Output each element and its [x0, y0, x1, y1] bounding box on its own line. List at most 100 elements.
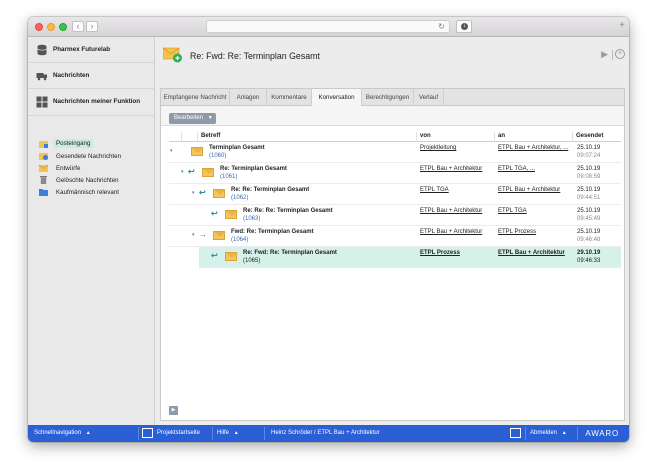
table-row[interactable]: ▾ → Fwd: Re: Terminplan Gesamt (1064) ET… [169, 226, 621, 247]
table-row[interactable]: ▾ ↩ Re: Re: Terminplan Gesamt (1062) ETP… [169, 184, 621, 205]
close-icon[interactable]: × [615, 49, 625, 59]
tab-konversation[interactable]: Konversation [312, 89, 362, 107]
sidebar-section-project[interactable]: Pharmex Futurelab [28, 37, 155, 63]
sidebar-section-label: Nachrichten [53, 72, 90, 79]
row-time: 09:44:51 [577, 195, 601, 201]
minimize-window-button[interactable] [47, 23, 55, 31]
row-number: (1064) [231, 237, 249, 243]
tab-empfangene-nachricht[interactable]: Empfangene Nachricht [161, 89, 230, 106]
reply-arrow-icon: ↩ [188, 167, 195, 176]
row-number: (1063) [243, 216, 261, 222]
row-to[interactable]: ETPL Bau + Architektur [498, 250, 565, 256]
new-tab-button[interactable]: + [619, 21, 625, 31]
expand-caret-icon[interactable]: ▾ [170, 148, 173, 154]
sidebar-item-entwuerfe[interactable]: Entwürfe [36, 162, 151, 174]
row-time: 09:46:33 [577, 258, 601, 264]
reload-icon[interactable]: ↻ [438, 21, 445, 32]
play-icon[interactable]: ▶ [601, 49, 608, 60]
quick-navigation-label: Schnellnavigation [34, 430, 82, 436]
envelope-icon [225, 252, 238, 261]
sent-icon [39, 153, 48, 160]
home-icon[interactable] [142, 428, 153, 438]
row-time: 09:45:49 [577, 216, 601, 222]
tab-anlagen[interactable]: Anlagen [230, 89, 267, 106]
chevron-up-icon: ▲ [561, 430, 567, 436]
column-header-an[interactable]: an [498, 133, 505, 139]
status-divider [212, 427, 213, 440]
sidebar-item-kaufmaennisch-relevant[interactable]: Kaufmännisch relevant [36, 186, 151, 198]
sidebar-item-label: Entwürfe [56, 165, 81, 172]
zoom-window-button[interactable] [59, 23, 67, 31]
column-header-von[interactable]: von [420, 133, 431, 139]
sidebar-item-label: Gesendete Nachrichten [56, 153, 122, 160]
address-bar[interactable]: ↻ [206, 20, 450, 33]
row-from[interactable]: ETPL TGA [420, 187, 449, 193]
table-row[interactable]: ▾ Terminplan Gesamt (1060) Projektleitun… [169, 142, 621, 163]
expand-caret-icon[interactable]: ▾ [192, 232, 195, 238]
sidebar-section-messages[interactable]: Nachrichten [28, 63, 155, 89]
row-to[interactable]: ETPL TGA, ... [498, 166, 535, 172]
column-divider [494, 132, 495, 142]
tab-berechtigungen[interactable]: Berechtigungen [362, 89, 414, 106]
tab-bar: Empfangene Nachricht Anlagen Kommentare … [161, 89, 624, 107]
draft-envelope-icon [39, 164, 48, 172]
quick-navigation-button[interactable]: Schnellnavigation ▲ [34, 430, 91, 436]
edit-dropdown-button[interactable]: Bearbeiten ▼ [169, 113, 216, 124]
forward-button[interactable]: › [86, 21, 98, 32]
column-divider [416, 132, 417, 142]
row-date: 25.10.19 [577, 187, 601, 193]
message-panel: Empfangene Nachricht Anlagen Kommentare … [160, 88, 625, 421]
table-row[interactable]: ▾ ↩ Re: Terminplan Gesamt (1061) ETPL Ba… [169, 163, 621, 184]
sidebar-item-label: Kaufmännisch relevant [56, 189, 119, 196]
conversation-table: Betreff von an Gesendet ▾ Terminplan Ges… [169, 132, 621, 268]
row-from[interactable]: ETPL Bau + Architektur [420, 208, 482, 214]
back-button[interactable]: ‹ [72, 21, 84, 32]
panel-footer-play-button[interactable]: ▶ [169, 406, 178, 415]
tab-verlauf[interactable]: Verlauf [414, 89, 444, 106]
close-window-button[interactable] [35, 23, 43, 31]
row-date: 25.10.19 [577, 145, 601, 151]
project-home-link[interactable]: Projektstartseite [157, 430, 200, 436]
expand-caret-icon[interactable]: ▾ [181, 169, 184, 175]
header-divider [612, 50, 613, 60]
downloads-button[interactable]: ↓ [456, 20, 472, 33]
table-row-selected[interactable]: ↩ Re: Fwd: Re: Terminplan Gesamt (1065) … [199, 247, 621, 268]
logout-button[interactable]: Abmelden ▲ [530, 430, 567, 436]
current-user: Heinz Schröder / ETPL Bau + Architektur [271, 430, 380, 436]
sidebar-item-posteingang[interactable]: Posteingang [36, 138, 151, 150]
row-from[interactable]: ETPL Bau + Architektur [420, 166, 482, 172]
row-to[interactable]: ETPL TGA [498, 208, 527, 214]
download-icon: ↓ [461, 23, 468, 30]
tab-kommentare[interactable]: Kommentare [267, 89, 312, 106]
status-divider [525, 427, 526, 440]
reply-envelope-icon [163, 47, 182, 63]
panel-toolbar: Bearbeiten ▼ [161, 106, 624, 126]
row-from[interactable]: ETPL Prozess [420, 250, 460, 256]
row-from[interactable]: ETPL Bau + Architektur [420, 229, 482, 235]
sidebar-item-geloeschte-nachrichten[interactable]: Gelöschte Nachrichten [36, 174, 151, 186]
envelope-icon [191, 147, 204, 156]
row-time: 09:07:24 [577, 153, 601, 159]
row-to[interactable]: ETPL Bau + Architektur, ... [498, 145, 568, 151]
table-row[interactable]: ↩ Re: Re: Re: Terminplan Gesamt (1063) E… [169, 205, 621, 226]
row-from[interactable]: Projektleitung [420, 145, 456, 151]
row-number: (1065) [243, 258, 261, 264]
sidebar-item-label: Gelöschte Nachrichten [56, 177, 119, 184]
table-header: Betreff von an Gesendet [169, 132, 621, 142]
reply-arrow-icon: ↩ [211, 251, 218, 260]
help-menu-button[interactable]: Hilfe ▲ [217, 430, 239, 436]
row-to[interactable]: ETPL Prozess [498, 229, 536, 235]
column-header-gesendet[interactable]: Gesendet [576, 133, 603, 139]
row-number: (1061) [220, 174, 238, 180]
envelope-icon [213, 231, 226, 240]
sidebar-item-gesendete-nachrichten[interactable]: Gesendete Nachrichten [36, 150, 151, 162]
row-to[interactable]: ETPL Bau + Architektur [498, 187, 560, 193]
status-bar: Schnellnavigation ▲ Projektstartseite Hi… [28, 425, 629, 442]
column-header-betreff[interactable]: Betreff [201, 133, 220, 139]
sidebar-section-function-messages[interactable]: Nachrichten meiner Funktion [28, 89, 155, 116]
logout-label: Abmelden [530, 430, 558, 436]
row-subject: Fwd: Re: Terminplan Gesamt [231, 229, 314, 235]
expand-caret-icon[interactable]: ▾ [192, 190, 195, 196]
help-label: Hilfe [217, 430, 230, 436]
row-subject: Re: Re: Terminplan Gesamt [231, 187, 310, 193]
